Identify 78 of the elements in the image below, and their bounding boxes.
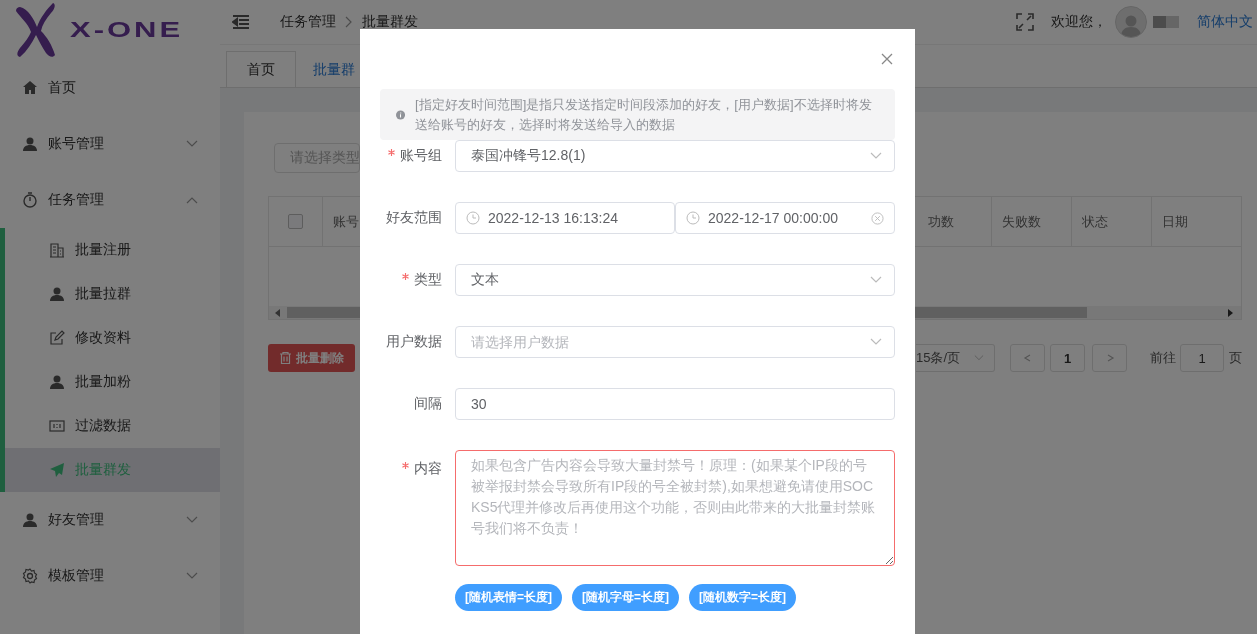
chevron-icon	[870, 338, 882, 346]
select-field[interactable]: 请选择用户数据	[455, 326, 895, 358]
page-tab[interactable]: 批量群	[296, 51, 356, 87]
chevron-icon	[870, 276, 882, 284]
clock-icon	[686, 211, 700, 225]
language-link[interactable]: 简体中文	[1197, 13, 1253, 31]
scroll-left-icon[interactable]	[275, 308, 281, 317]
stopwatch-icon	[22, 192, 38, 208]
insert-tag-button[interactable]: [随机字母=长度]	[572, 584, 679, 611]
info-icon	[396, 107, 406, 122]
sidebar-subitem[interactable]: 批量加粉	[5, 360, 220, 404]
user-icon	[49, 374, 65, 390]
page-size-select[interactable]: 15条/页	[916, 344, 995, 372]
edit-icon	[49, 330, 65, 346]
sidebar-item[interactable]: 模板管理	[0, 548, 220, 604]
goto-label: 前往	[1150, 349, 1176, 367]
select-field[interactable]: 泰国冲锋号12.8(1)	[455, 140, 895, 172]
field-label: 好友范围	[386, 209, 442, 225]
page-number[interactable]: 1	[1050, 344, 1085, 372]
field-label: 账号组	[400, 147, 442, 163]
building-icon	[49, 242, 65, 258]
content-field[interactable]: 如果包含广告内容会导致大量封禁号！原理：(如果某个IP段的号被举报封禁会导致所有IP段的号全被封禁),如果想避免请使用SOCKS5代理并修改后再使用这个功能，否则由此带来的大批量封禁账号我们将不负责！	[455, 450, 895, 566]
user-icon	[22, 136, 38, 152]
blurred-name	[1153, 16, 1179, 28]
sidebar-subitem[interactable]: 批量拉群	[5, 272, 220, 316]
interval-field[interactable]: 30	[455, 388, 895, 420]
close-icon[interactable]	[881, 53, 893, 65]
sidebar-item[interactable]: 首页	[0, 60, 220, 116]
goto-page-field[interactable]: 1	[1180, 344, 1224, 372]
sidebar-subitem[interactable]: 批量注册	[5, 228, 220, 272]
column-header: 账号	[332, 212, 359, 231]
sidebar-subitem[interactable]: 过滤数据	[5, 404, 220, 448]
insert-tag-button[interactable]: [随机数字=长度]	[689, 584, 796, 611]
page-label: 页	[1229, 349, 1242, 367]
sidebar-subitem[interactable]: 修改资料	[5, 316, 220, 360]
menu-icon[interactable]	[232, 15, 250, 29]
trash-icon	[279, 352, 291, 364]
select-input[interactable]: 泰国冲锋号12.8(1)	[471, 148, 862, 164]
select-input[interactable]: 请选择用户数据	[471, 334, 862, 350]
user-icon	[49, 286, 65, 302]
scroll-right-icon[interactable]	[1227, 308, 1233, 317]
user-icon	[22, 512, 38, 528]
field-label: 类型	[414, 271, 442, 287]
alert-text: [指定好友时间范围]是指只发送指定时间段添加的好友，[用户数据]不选择时将发送给账号的好友，选择时将发送给导入的数据	[415, 95, 873, 134]
breadcrumb-item[interactable]: 任务管理	[280, 13, 336, 31]
clock-icon	[466, 211, 480, 225]
field-label: 用户数据	[386, 333, 442, 349]
checkbox[interactable]	[287, 214, 303, 229]
sidebar-item[interactable]: 好友管理	[0, 492, 220, 548]
batch-delete-button[interactable]: 批量删除	[268, 344, 355, 372]
column-header: 失败数	[1002, 212, 1042, 231]
date-input[interactable]: 2022-12-17 00:00:00	[708, 210, 863, 226]
avatar[interactable]	[1115, 6, 1147, 38]
page-tab[interactable]: 首页	[226, 51, 296, 87]
insert-tag-button[interactable]: [随机表情=长度]	[455, 584, 562, 611]
home-icon	[22, 80, 38, 96]
date-field[interactable]: 2022-12-17 00:00:00	[675, 202, 895, 234]
fullscreen-icon[interactable]	[1016, 13, 1034, 31]
welcome-text: 欢迎您，	[1051, 13, 1107, 31]
field-label: 内容	[414, 460, 442, 476]
chevron-icon	[345, 16, 353, 28]
date-input[interactable]: 2022-12-13 16:13:24	[488, 210, 664, 226]
sidebar-item[interactable]: 任务管理	[0, 172, 220, 228]
column-header: 日期	[1162, 212, 1189, 231]
breadcrumb-item: 批量群发	[362, 13, 418, 31]
sidebar-item[interactable]: 账号管理	[0, 116, 220, 172]
date-field[interactable]: 2022-12-13 16:13:24	[455, 202, 675, 234]
paper-plane-icon	[49, 462, 65, 478]
column-header: 功数	[926, 212, 954, 231]
logo-text: X-ONE	[70, 17, 184, 43]
select-field[interactable]: 文本	[455, 264, 895, 296]
field-label: 间隔	[414, 395, 442, 411]
clear-icon[interactable]	[871, 211, 884, 225]
select-input[interactable]: 文本	[471, 272, 862, 288]
settings-icon	[22, 568, 38, 584]
column-header: 状态	[1082, 212, 1109, 231]
chevron-icon	[870, 152, 882, 160]
panel-icon	[49, 418, 65, 434]
